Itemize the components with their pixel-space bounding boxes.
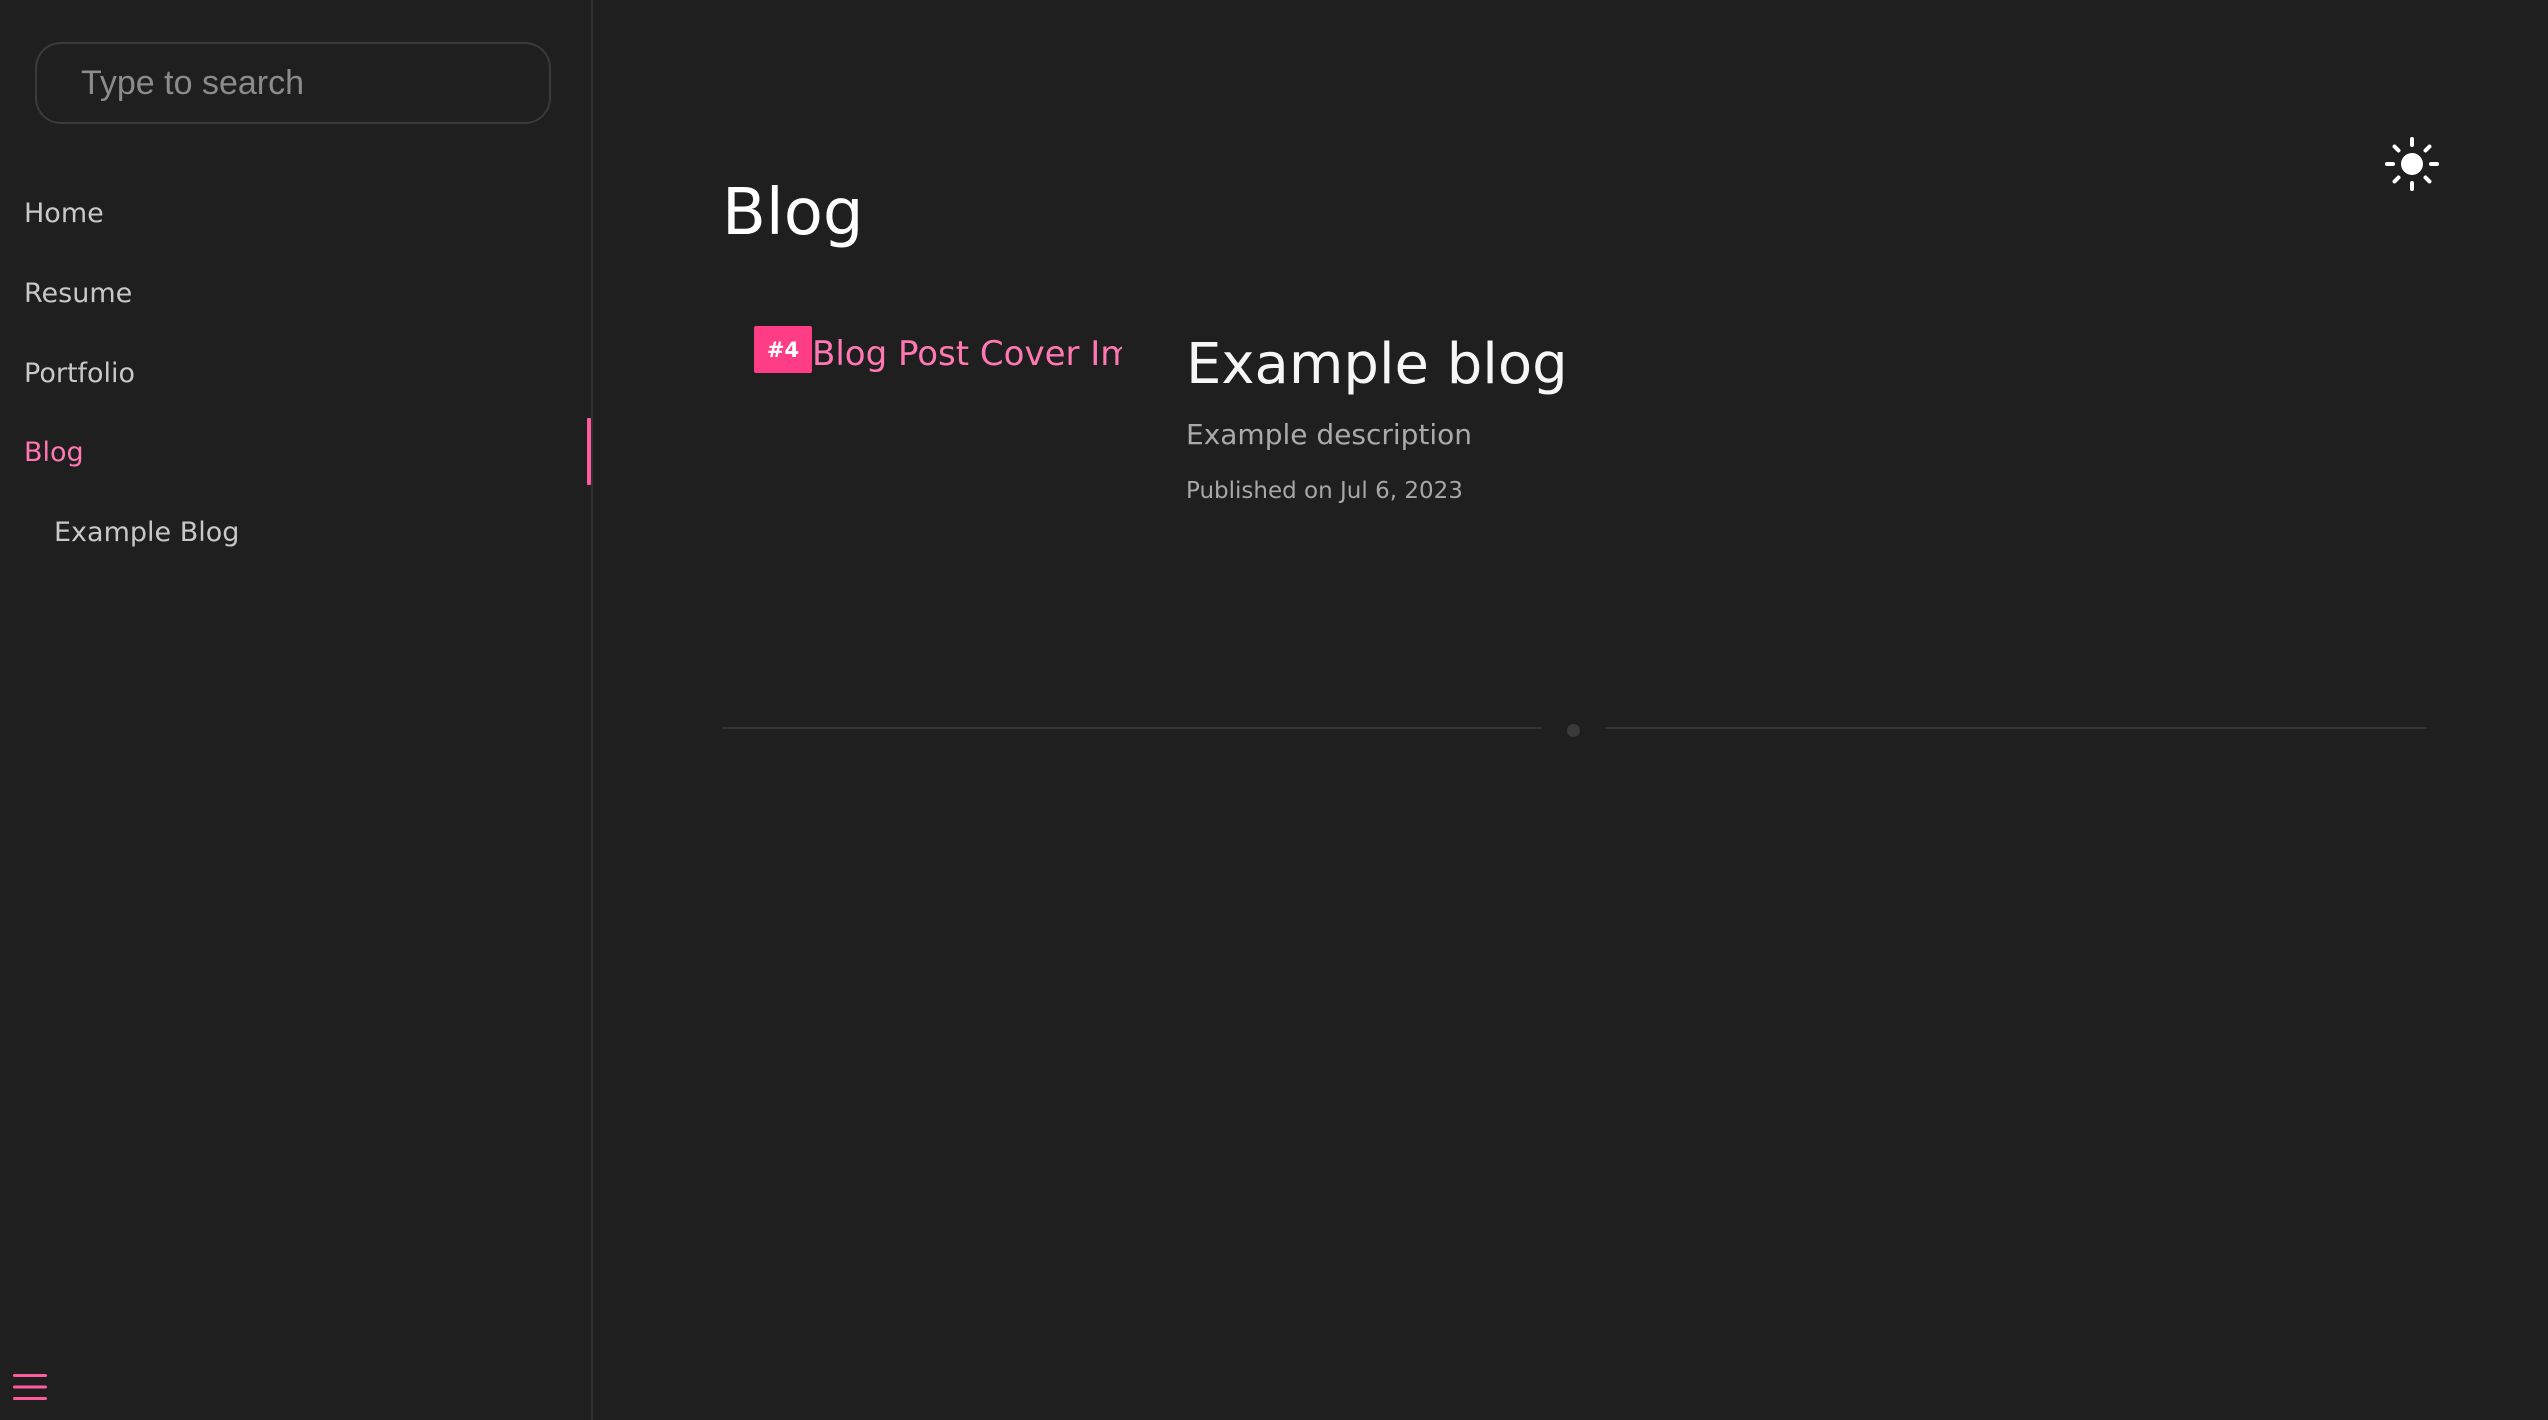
sidebar-item-blog[interactable]: Blog	[24, 417, 564, 487]
divider-line-left	[722, 727, 1542, 729]
page-title: Blog	[722, 176, 864, 250]
search-input[interactable]	[35, 42, 551, 124]
blog-post-date: Published on Jul 6, 2023	[1186, 478, 1463, 504]
blog-post-description: Example description	[1186, 418, 1473, 451]
divider-line-right	[1605, 727, 2427, 729]
hamburger-menu-icon-graphic	[13, 1374, 47, 1400]
cover-image-alt-text: Blog Post Cover Image	[812, 334, 1122, 374]
sidebar-item-portfolio[interactable]: Portfolio	[24, 338, 564, 408]
sidebar-item-home[interactable]: Home	[24, 178, 564, 248]
blog-page: Home Resume Portfolio Blog Example Blog	[0, 0, 2548, 1420]
blog-post-title[interactable]: Example blog	[1186, 326, 1568, 404]
blog-post-cover-image[interactable]: Blog Post Cover Image #4	[722, 320, 1122, 394]
divider-dot	[1567, 724, 1580, 737]
theme-toggle-button[interactable]	[2385, 137, 2439, 191]
sun-icon	[2385, 137, 2439, 191]
sidebar-item-example-blog[interactable]: Example Blog	[54, 497, 564, 567]
sidebar-item-resume[interactable]: Resume	[24, 258, 564, 328]
active-nav-indicator	[587, 418, 591, 485]
sidebar: Home Resume Portfolio Blog Example Blog	[0, 0, 593, 1420]
post-number-badge: #4	[754, 326, 812, 373]
hamburger-menu-icon[interactable]	[13, 1372, 47, 1402]
blog-post-card[interactable]: Blog Post Cover Image #4 Example blog Ex…	[722, 320, 2427, 570]
